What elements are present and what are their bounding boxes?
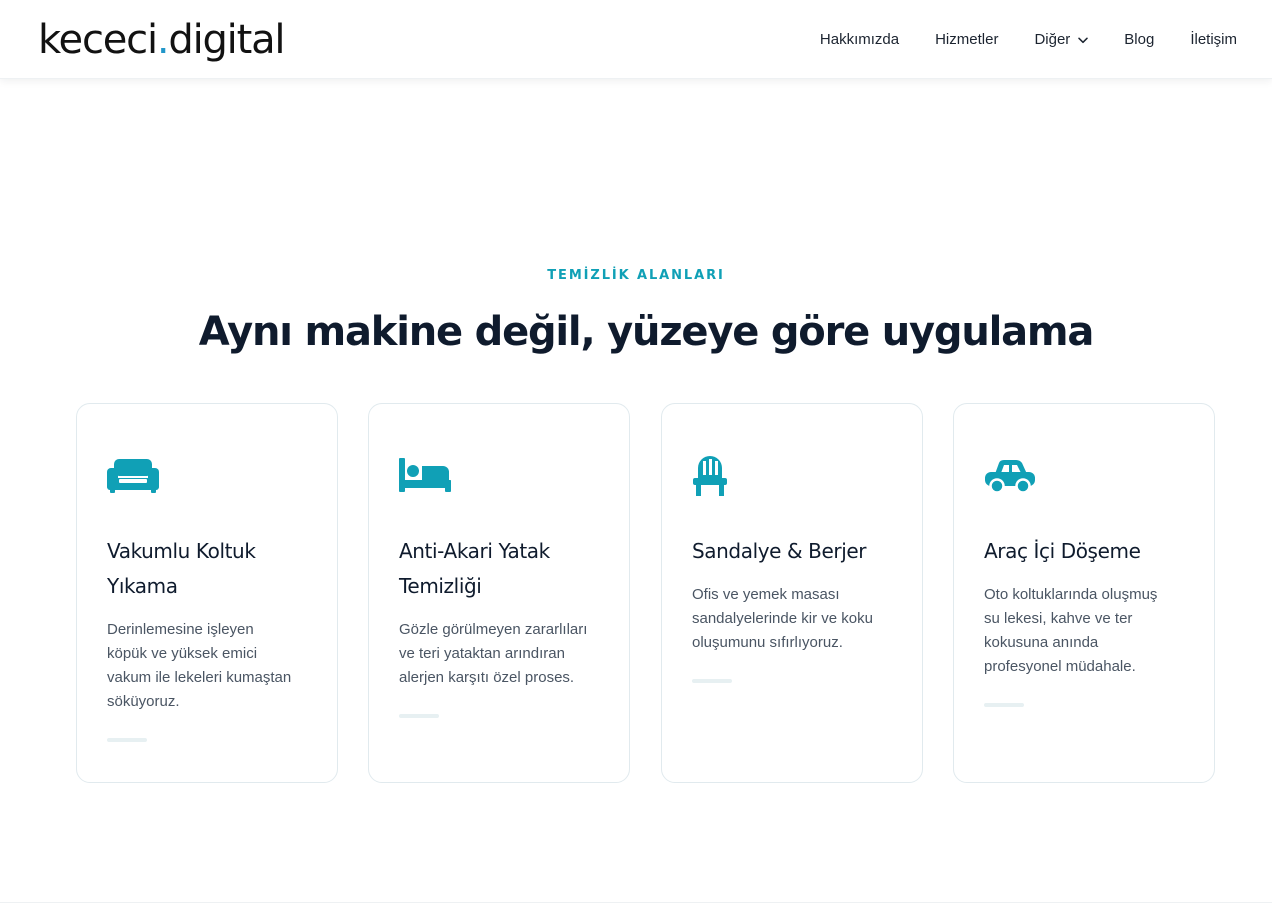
service-card-sandalye: Sandalye & Berjer Ofis ve yemek masası s… <box>661 403 923 783</box>
desc-line: su lekesi, kahve ve ter <box>984 610 1133 627</box>
card-description: Derinlemesine işleyen köpük ve yüksek em… <box>107 618 317 714</box>
chevron-down-icon <box>1078 31 1089 48</box>
section-eyebrow: TEMİZLİK ALANLARI <box>547 268 725 283</box>
desc-line: oluşumunu sıfırlıyoruz. <box>692 634 843 651</box>
section-divider <box>0 902 1272 903</box>
nav-item-blog[interactable]: Blog <box>1124 31 1154 48</box>
couch-icon <box>107 454 159 496</box>
desc-line: profesyonel müdahale. <box>984 658 1136 675</box>
nav-item-iletisim[interactable]: İletişim <box>1190 31 1237 48</box>
card-accent-bar <box>107 738 147 742</box>
nav-item-diger-label: Diğer <box>1034 31 1071 48</box>
cleaning-areas-section: TEMİZLİK ALANLARI Aynı makine değil, yüz… <box>0 79 1272 904</box>
card-title-line: Vakumlu Koltuk <box>107 539 256 563</box>
card-accent-bar <box>399 714 439 718</box>
logo-dot: . <box>156 17 170 63</box>
card-description: Gözle görülmeyen zararlıları ve teri yat… <box>399 618 609 690</box>
main-nav: Hakkımızda Hizmetler Diğer Blog İletişim <box>820 0 1237 79</box>
desc-line: vakum ile lekeleri kumaştan <box>107 669 292 686</box>
card-title: Vakumlu Koltuk Yıkama <box>107 534 317 604</box>
card-title-line: Sandalye & Berjer <box>692 539 867 563</box>
desc-line: alerjen karşıtı özel proses. <box>399 669 575 686</box>
desc-line: ve teri yataktan arındıran <box>399 645 565 662</box>
chair-icon <box>692 454 744 496</box>
nav-item-diger[interactable]: Diğer <box>1034 31 1089 48</box>
nav-item-hakkimizda[interactable]: Hakkımızda <box>820 31 899 48</box>
card-title-line: Yıkama <box>107 574 178 598</box>
desc-line: Oto koltuklarında oluşmuş <box>984 586 1158 603</box>
site-header: kececi.digital Hakkımızda Hizmetler Diğe… <box>0 0 1272 79</box>
logo-suffix: digital <box>168 17 285 63</box>
car-icon <box>984 454 1036 496</box>
desc-line: kokusuna anında <box>984 634 1099 651</box>
desc-line: Gözle görülmeyen zararlıları <box>399 621 588 638</box>
card-title: Sandalye & Berjer <box>692 534 902 569</box>
desc-line: Derinlemesine işleyen <box>107 621 254 638</box>
section-headline: Aynı makine değil, yüzeye göre uygulama <box>198 309 1095 355</box>
desc-line: Ofis ve yemek masası <box>692 586 840 603</box>
card-title: Anti-Akari Yatak Temizliği <box>399 534 609 604</box>
bed-icon <box>399 454 451 496</box>
desc-line: sandalyelerinde kir ve koku <box>692 610 873 627</box>
desc-line: köpük ve yüksek emici <box>107 645 258 662</box>
logo[interactable]: kececi.digital <box>38 14 285 66</box>
service-card-arac: Araç İçi Döşeme Oto koltuklarında oluşmu… <box>953 403 1215 783</box>
card-title-line: Anti-Akari Yatak <box>399 539 550 563</box>
service-card-yatak: Anti-Akari Yatak Temizliği Gözle görülme… <box>368 403 630 783</box>
card-description: Oto koltuklarında oluşmuş su lekesi, kah… <box>984 583 1194 679</box>
card-title-line: Temizliği <box>399 574 482 598</box>
card-description: Ofis ve yemek masası sandalyelerinde kir… <box>692 583 902 655</box>
card-accent-bar <box>984 703 1024 707</box>
card-title-line: Araç İçi Döşeme <box>984 539 1141 563</box>
desc-line: söküyoruz. <box>107 693 180 710</box>
card-title: Araç İçi Döşeme <box>984 534 1194 569</box>
service-card-koltuk: Vakumlu Koltuk Yıkama Derinlemesine işle… <box>76 403 338 783</box>
logo-main: kececi <box>38 17 158 63</box>
nav-item-hizmetler[interactable]: Hizmetler <box>935 31 998 48</box>
card-accent-bar <box>692 679 732 683</box>
